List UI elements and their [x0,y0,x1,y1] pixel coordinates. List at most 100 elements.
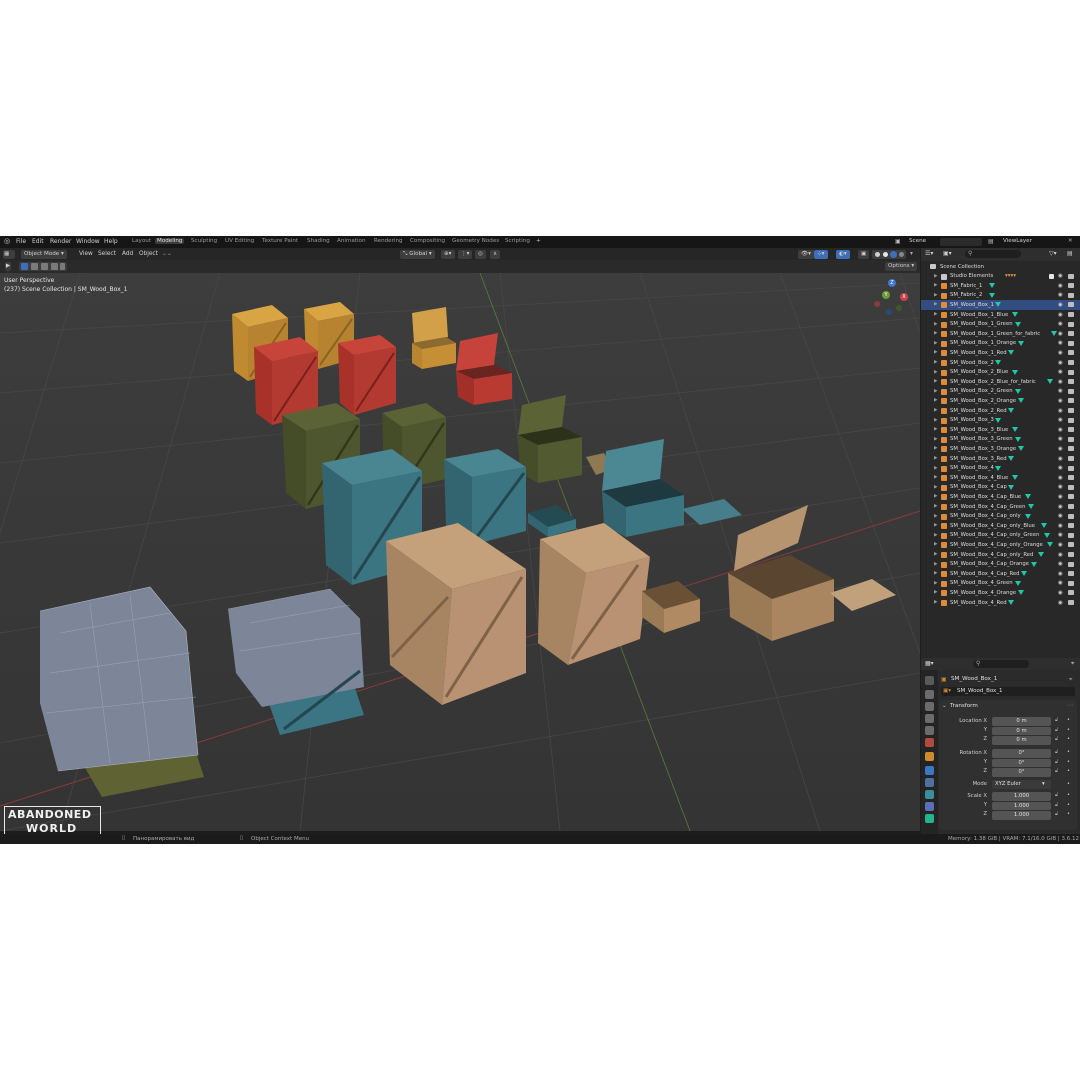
properties-editor-icon[interactable]: ▦▾ [925,660,934,667]
outliner-object-row[interactable]: ▶ SM_Wood_Box_2_Red ◉ [921,406,1080,416]
menu-window[interactable]: Window [76,238,100,245]
outliner-object-row[interactable]: ▶ SM_Wood_Box_4_Cap_only ◉ [921,512,1080,522]
menu-add[interactable]: Add [122,251,133,257]
select-invert-icon[interactable] [51,263,58,270]
lock-icon[interactable]: 🔓︎ [1055,811,1058,817]
mesh-data-icon[interactable] [1024,513,1031,519]
visibility-eye-icon[interactable]: ◉ [1058,369,1063,375]
render-camera-icon[interactable] [1068,446,1074,452]
expand-arrow-icon[interactable]: ▶ [934,466,938,471]
mesh-data-icon[interactable] [1018,446,1024,452]
outliner-object-row[interactable]: ▶ SM_Wood_Box_4_Cap_only_Green ◉ [921,531,1080,541]
outliner-object-row[interactable]: ▶ SM_Fabric_2 ◉ [921,291,1080,301]
physics-tab-icon[interactable] [925,790,934,799]
outliner-object-row[interactable]: ▶ SM_Wood_Box_2_Blue ◉ [921,368,1080,378]
render-camera-icon[interactable] [1068,273,1074,279]
visibility-eye-icon[interactable]: ◉ [1058,436,1063,442]
outliner-editor-icon[interactable]: ☰▾ [925,250,933,257]
view-layer-selector[interactable]: ViewLayer [1003,238,1032,244]
expand-arrow-icon[interactable]: ▶ [934,293,938,298]
tab-compositing[interactable]: Compositing [408,238,447,244]
visibility-eye-icon[interactable]: ◉ [1058,484,1063,490]
visibility-eye-icon[interactable]: ◉ [1058,456,1063,462]
render-camera-icon[interactable] [1068,571,1074,577]
mesh-data-icon[interactable] [1018,398,1024,404]
select-subtract-icon[interactable] [41,263,48,270]
tab-shading[interactable]: Shading [305,238,332,244]
outliner-collection-row[interactable]: ▶ Studio Elements ▾▾▾▾ ◉ [921,272,1080,282]
solid-shading-icon[interactable] [883,251,888,257]
display-mode-icon[interactable]: ▣▾ [943,250,952,257]
keyframe-dot-icon[interactable]: • [1067,717,1070,723]
wireframe-shading-icon[interactable] [875,251,880,257]
visibility-eye-icon[interactable]: ◉ [1058,475,1063,481]
visibility-eye-icon[interactable]: ◉ [1058,532,1063,538]
expand-arrow-icon[interactable]: ▶ [934,379,938,384]
expand-arrow-icon[interactable]: ▶ [934,350,938,355]
expand-arrow-icon[interactable]: ▶ [934,283,938,288]
expand-arrow-icon[interactable]: ▶ [934,504,938,509]
gizmo-x[interactable]: X [900,293,908,301]
world-tab-icon[interactable] [925,738,934,747]
expand-arrow-icon[interactable]: ▶ [934,446,938,451]
pin-icon[interactable]: ⌖ [1069,676,1072,684]
tool-tab-icon[interactable] [925,676,934,685]
modifier-tab-icon[interactable] [925,766,934,775]
expand-arrow-icon[interactable]: ▶ [934,533,938,538]
visibility-eye-icon[interactable]: ◉ [1058,542,1063,548]
mesh-data-icon[interactable] [1011,312,1018,317]
navigation-gizmo[interactable]: Z X Y [872,279,916,323]
outliner-object-row[interactable]: ▶ SM_Wood_Box_2_Blue_for_fabric ◉ [921,377,1080,387]
view-layer-tab-icon[interactable] [925,714,934,723]
expand-arrow-icon[interactable]: ▶ [934,398,938,403]
render-camera-icon[interactable] [1068,436,1074,442]
visibility-eye-icon[interactable]: ◉ [1058,312,1063,318]
tab-modeling[interactable]: Modeling [155,238,185,244]
expand-arrow-icon[interactable]: ▶ [934,581,938,586]
visibility-eye-icon[interactable]: ◉ [1058,446,1063,452]
close-view-layer-icon[interactable]: ✕ [1068,238,1073,244]
mesh-data-icon[interactable] [1011,427,1018,433]
visibility-eye-icon[interactable]: ◉ [1058,321,1063,327]
mesh-data-icon[interactable] [1008,600,1015,605]
mesh-data-icon[interactable] [995,417,1002,423]
mesh-data-icon[interactable] [995,465,1002,471]
lock-icon[interactable]: 🔓︎ [1055,768,1058,774]
tab-rendering[interactable]: Rendering [372,238,405,244]
expand-arrow-icon[interactable]: ▶ [934,302,938,307]
render-camera-icon[interactable] [1068,456,1074,461]
mesh-data-icon[interactable] [1047,542,1054,548]
scale-z-field[interactable]: 1.000 [992,811,1051,820]
outliner-object-row[interactable]: ▶ SM_Fabric_1 ◉ [921,281,1080,291]
gizmo-toggle-icon[interactable]: ⊹▾ [814,249,828,259]
expand-arrow-icon[interactable]: ▶ [934,552,938,557]
visibility-eye-icon[interactable]: ◉ [1058,379,1063,385]
keyframe-dot-icon[interactable]: • [1067,811,1070,817]
constraints-tab-icon[interactable] [925,802,934,811]
lock-icon[interactable]: 🔓︎ [1055,749,1058,755]
render-camera-icon[interactable] [1068,590,1074,596]
render-camera-icon[interactable] [1068,484,1074,490]
outliner-object-row[interactable]: ▶ SM_Wood_Box_1_Blue ◉ [921,310,1080,320]
visibility-eye-icon[interactable]: ◉ [1058,283,1063,289]
select-intersect-icon[interactable] [60,263,65,270]
keyframe-dot-icon[interactable]: • [1067,792,1070,798]
outliner-object-row[interactable]: ▶ SM_Wood_Box_2 ◉ [921,358,1080,368]
editor-type-icon[interactable]: ▦ [3,249,15,259]
render-camera-icon[interactable] [1068,331,1074,337]
outliner-object-row[interactable]: ▶ SM_Wood_Box_4_Green ◉ [921,579,1080,589]
tab-animation[interactable]: Animation [335,238,368,244]
visibility-eye-icon[interactable]: ◉ [1058,580,1063,586]
visibility-eye-icon[interactable]: ◉ [1058,302,1063,308]
visibility-eye-icon[interactable]: ◉ [1058,465,1063,471]
render-camera-icon[interactable] [1068,580,1074,586]
outliner-object-row[interactable]: ▶ SM_Wood_Box_4_Cap_only_Red ◉ [921,550,1080,560]
render-tab-icon[interactable] [925,690,934,699]
scene-collection-row[interactable]: Scene Collection [921,262,1080,272]
outliner-object-row[interactable]: ▶ SM_Wood_Box_4_Blue ◉ [921,473,1080,483]
output-tab-icon[interactable] [925,702,934,711]
render-camera-icon[interactable] [1068,504,1074,509]
render-camera-icon[interactable] [1068,427,1074,433]
render-camera-icon[interactable] [1068,532,1074,538]
lock-icon[interactable]: 🔓︎ [1055,727,1058,733]
